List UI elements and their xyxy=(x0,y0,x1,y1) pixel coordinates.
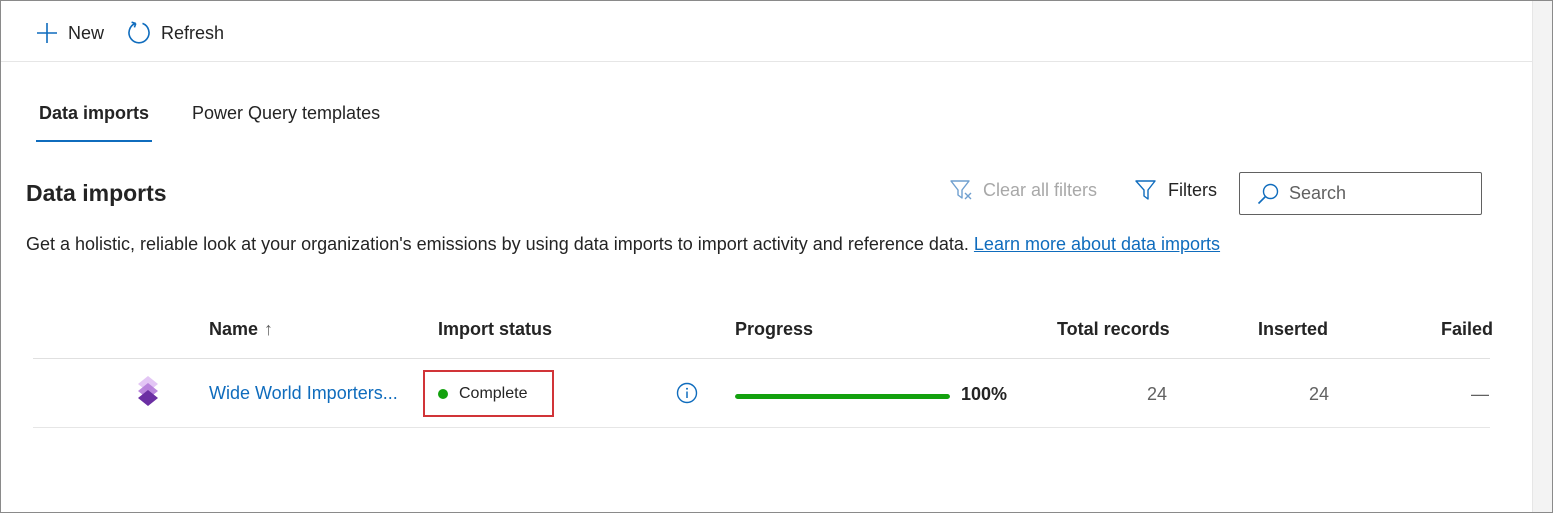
status-badge: Complete xyxy=(438,385,527,403)
filter-clear-icon xyxy=(950,180,972,200)
progress-bar xyxy=(735,394,950,399)
clear-all-filters-button[interactable]: Clear all filters xyxy=(949,178,1097,202)
active-tab-indicator xyxy=(36,140,152,142)
progress-percent: 100% xyxy=(961,384,1008,404)
filters-label: Filters xyxy=(1168,179,1217,200)
section-title: Data imports xyxy=(26,180,167,206)
refresh-button[interactable]: Refresh xyxy=(126,20,224,46)
table-row[interactable]: Wide World Importers... Complete 100% 24… xyxy=(33,360,1490,428)
column-header-failed[interactable]: Failed xyxy=(1441,319,1493,340)
clear-all-filters-label: Clear all filters xyxy=(983,179,1098,200)
column-header-import-status[interactable]: Import status xyxy=(438,319,552,340)
command-bar: New Refresh xyxy=(1,1,1532,62)
column-header-progress[interactable]: Progress xyxy=(735,319,813,340)
refresh-button-label: Refresh xyxy=(161,22,225,43)
tab-power-query-templates[interactable]: Power Query templates xyxy=(192,103,380,124)
total-records-value: 24 xyxy=(1146,384,1167,404)
grid-header: Name ↑ Import status Progress Total recor… xyxy=(33,300,1493,359)
column-header-total-records[interactable]: Total records xyxy=(1057,319,1170,340)
column-header-name[interactable]: Name ↑ xyxy=(209,319,273,340)
description-text: Get a holistic, reliable look at your or… xyxy=(26,234,969,254)
plus-icon xyxy=(37,23,57,43)
info-icon[interactable] xyxy=(676,382,698,404)
refresh-icon xyxy=(128,21,150,44)
inserted-value: 24 xyxy=(1308,384,1329,404)
failed-value: — xyxy=(1471,384,1489,404)
section-description: Get a holistic, reliable look at your or… xyxy=(26,234,1220,255)
new-button[interactable]: New xyxy=(35,20,104,46)
data-import-icon xyxy=(138,376,158,406)
learn-more-link[interactable]: Learn more about data imports xyxy=(974,234,1220,254)
progress-bar-fill xyxy=(735,394,950,399)
column-header-name-label: Name xyxy=(209,319,259,339)
column-header-inserted[interactable]: Inserted xyxy=(1258,319,1328,340)
tab-data-imports[interactable]: Data imports xyxy=(39,103,149,124)
new-button-label: New xyxy=(68,22,105,43)
search-icon xyxy=(1257,183,1279,204)
import-name-link[interactable]: Wide World Importers... xyxy=(209,383,398,404)
search-box[interactable] xyxy=(1239,172,1482,215)
sort-ascending-icon: ↑ xyxy=(264,319,274,339)
window-frame xyxy=(0,0,1553,513)
right-scroll-rail[interactable] xyxy=(1532,1,1552,512)
search-input[interactable] xyxy=(1289,183,1479,204)
filters-button[interactable]: Filters xyxy=(1134,178,1217,202)
filter-icon xyxy=(1135,180,1156,200)
status-dot-icon xyxy=(438,389,448,399)
status-label: Complete xyxy=(459,385,528,402)
